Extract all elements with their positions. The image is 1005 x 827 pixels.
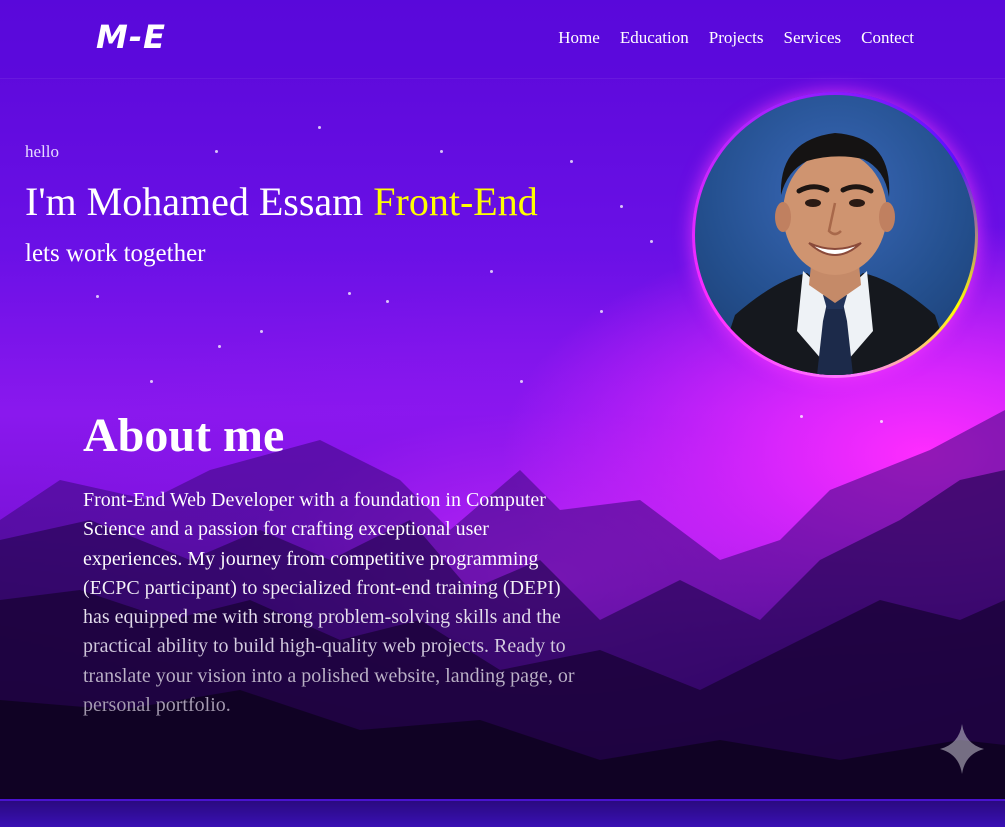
- main-nav: Home Education Projects Services Contect: [558, 28, 914, 48]
- portfolio-page: M-E Home Education Projects Services Con…: [0, 0, 1005, 827]
- hero-role: Front-End: [373, 179, 538, 224]
- hero-greeting: hello: [25, 142, 59, 161]
- nav-contact[interactable]: Contect: [861, 28, 914, 48]
- sparkle-icon: [940, 724, 984, 774]
- site-logo[interactable]: M-E: [96, 18, 166, 56]
- site-header: M-E Home Education Projects Services Con…: [0, 0, 1005, 78]
- about-heading: About me: [83, 409, 285, 462]
- hero-intro: I'm Mohamed Essam: [25, 179, 364, 224]
- hero-tagline: lets work together: [25, 240, 206, 267]
- profile-photo: [695, 95, 975, 375]
- hero-headline: I'm Mohamed Essam Front-End: [25, 178, 538, 225]
- nav-education[interactable]: Education: [620, 28, 689, 48]
- nav-home[interactable]: Home: [558, 28, 600, 48]
- nav-services[interactable]: Services: [784, 28, 842, 48]
- nav-projects[interactable]: Projects: [709, 28, 764, 48]
- about-text: Front-End Web Developer with a foundatio…: [83, 486, 588, 720]
- person-portrait: [715, 133, 955, 375]
- next-section-edge: [0, 799, 1005, 827]
- profile-photo-frame: [692, 92, 978, 378]
